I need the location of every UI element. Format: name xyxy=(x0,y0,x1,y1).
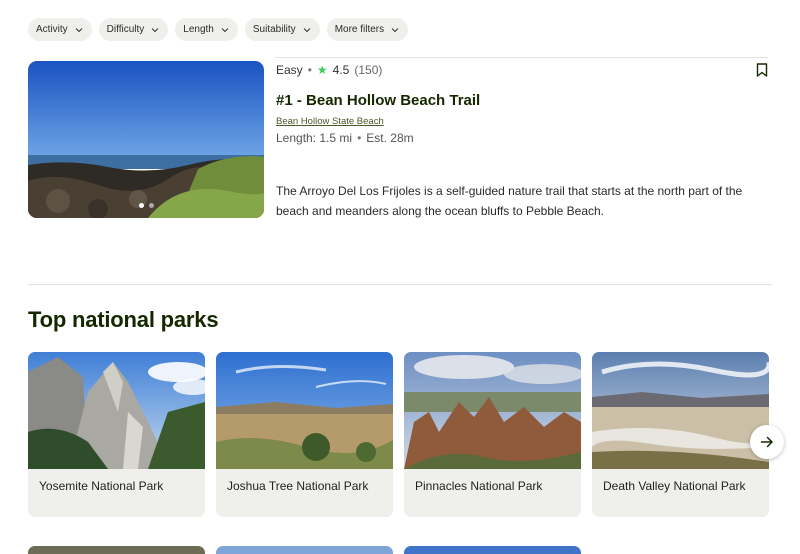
trail-est-time: Est. 28m xyxy=(366,131,414,145)
park-name: Pinnacles National Park xyxy=(415,479,543,493)
chevron-down-icon xyxy=(221,27,229,32)
park-name: Death Valley National Park xyxy=(603,479,746,493)
filter-label: Activity xyxy=(36,24,68,35)
divider xyxy=(275,57,768,58)
park-card-peek[interactable] xyxy=(404,546,581,554)
filter-more[interactable]: More filters xyxy=(326,18,409,41)
review-count: (150) xyxy=(354,63,383,77)
death-valley-photo xyxy=(592,352,769,469)
section-divider xyxy=(28,284,772,285)
trail-description: The Arroyo Del Los Frijoles is a self-gu… xyxy=(276,184,743,218)
pinnacles-photo xyxy=(404,352,581,469)
filter-suitability[interactable]: Suitability xyxy=(244,18,320,41)
park-card-pinnacles[interactable]: Pinnacles National Park xyxy=(404,352,581,517)
filter-label: Difficulty xyxy=(106,24,145,35)
filter-length[interactable]: Length xyxy=(175,18,238,41)
park-card-peek[interactable] xyxy=(216,546,393,554)
pagination-dot[interactable] xyxy=(148,203,154,208)
chevron-down-icon xyxy=(303,27,311,32)
trail-meta: Easy • ★ 4.5 (150) xyxy=(276,63,382,77)
carousel-next-button[interactable] xyxy=(750,425,784,459)
park-card-peek[interactable] xyxy=(28,546,205,554)
star-icon: ★ xyxy=(316,63,328,77)
park-name: Yosemite National Park xyxy=(39,479,164,493)
section-title: Top national parks xyxy=(28,307,219,332)
trail-card[interactable]: Easy • ★ 4.5 (150) #1 - Bean Hollow Beac… xyxy=(28,61,772,219)
pagination-dot[interactable] xyxy=(138,203,144,208)
difficulty-label: Easy xyxy=(276,63,303,77)
separator-dot: • xyxy=(357,131,362,145)
filter-label: Length xyxy=(183,24,214,35)
park-card-death-valley[interactable]: Death Valley National Park xyxy=(592,352,769,517)
trail-park-link[interactable]: Bean Hollow State Beach xyxy=(276,116,384,127)
rating-value: 4.5 xyxy=(332,63,350,77)
bookmark-icon[interactable] xyxy=(756,63,768,77)
filter-label: Suitability xyxy=(252,24,296,35)
park-name: Joshua Tree National Park xyxy=(227,479,369,493)
beach-photo xyxy=(28,61,264,218)
trail-length: Length: 1.5 mi xyxy=(276,131,353,145)
chevron-down-icon xyxy=(151,27,159,32)
trail-stats: Length: 1.5 mi • Est. 28m xyxy=(276,131,414,145)
trail-title[interactable]: #1 - Bean Hollow Beach Trail xyxy=(276,92,480,109)
filter-label: More filters xyxy=(334,24,385,35)
filter-bar: Activity Difficulty Length Suitability M… xyxy=(28,18,409,41)
separator-dot: • xyxy=(307,63,312,77)
chevron-down-icon xyxy=(391,27,399,32)
park-card-yosemite[interactable]: Yosemite National Park xyxy=(28,352,205,517)
filter-difficulty[interactable]: Difficulty xyxy=(98,18,169,41)
chevron-down-icon xyxy=(75,27,83,32)
photo-pagination xyxy=(28,203,264,208)
trail-photo[interactable] xyxy=(28,61,264,218)
park-card-joshua-tree[interactable]: Joshua Tree National Park xyxy=(216,352,393,517)
filter-activity[interactable]: Activity xyxy=(28,18,92,41)
yosemite-photo xyxy=(28,352,205,469)
parks-carousel: Yosemite National Park Joshua Tree Natio… xyxy=(28,352,769,517)
joshua-tree-photo xyxy=(216,352,393,469)
arrow-right-icon xyxy=(760,436,773,448)
next-row-peek xyxy=(28,546,581,554)
